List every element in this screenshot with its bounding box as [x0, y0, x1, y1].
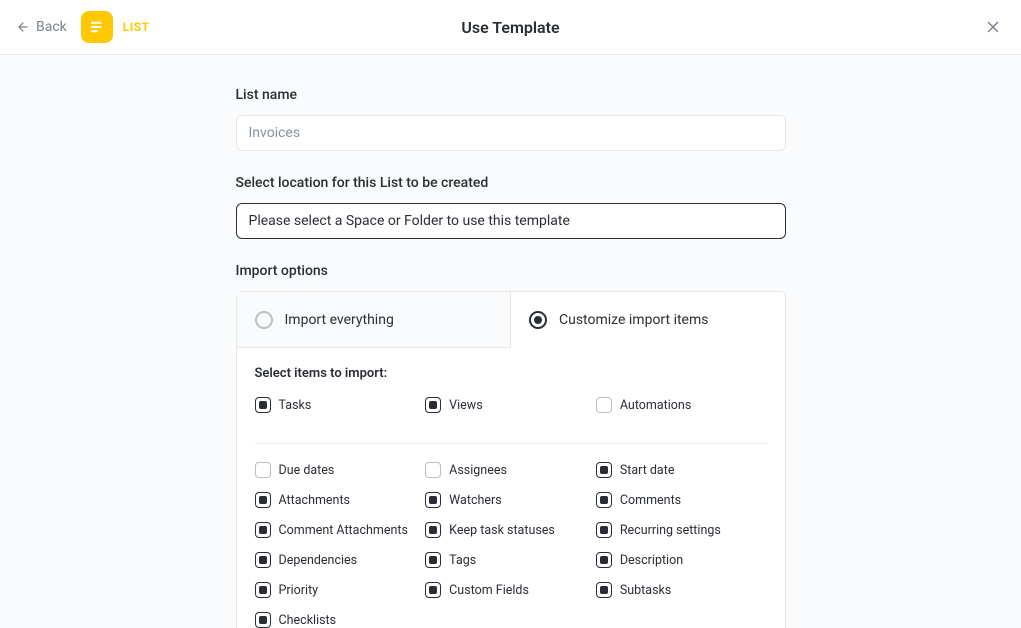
import-grid-col: Start date Comments Recurring settings Desc…: [596, 462, 767, 628]
checkbox-icon: [425, 397, 441, 413]
import-item-label: Due dates: [279, 463, 335, 478]
import-item-label: Dependencies: [279, 553, 358, 568]
import-item-checkbox[interactable]: Recurring settings: [596, 522, 767, 538]
import-item-checkbox[interactable]: Tags: [425, 552, 596, 568]
import-item-label: Watchers: [449, 493, 502, 508]
modal-header: Back LIST Use Template: [0, 0, 1021, 55]
import-options-box: Import everything Customize import items…: [236, 291, 786, 628]
import-item-label: Comments: [620, 493, 681, 508]
checkbox-icon: [596, 552, 612, 568]
import-item-checkbox[interactable]: Watchers: [425, 492, 596, 508]
import-item-label: Attachments: [279, 493, 351, 508]
import-top-col: Automations: [596, 397, 767, 427]
import-item-label: Views: [449, 398, 482, 413]
checkbox-icon: [255, 462, 271, 478]
location-label: Select location for this List to be crea…: [236, 175, 786, 191]
list-name-label: List name: [236, 87, 786, 103]
checkbox-icon: [255, 552, 271, 568]
import-grid-col: Assignees Watchers Keep task statuses Tags C…: [425, 462, 596, 628]
import-item-checkbox[interactable]: Start date: [596, 462, 767, 478]
import-grid-col: Due dates Attachments Comment Attachments D…: [255, 462, 426, 628]
import-item-label: Tags: [449, 553, 476, 568]
checkbox-icon: [596, 582, 612, 598]
import-item-checkbox[interactable]: Comment Attachments: [255, 522, 426, 538]
checkbox-icon: [596, 492, 612, 508]
list-icon: [81, 11, 113, 43]
import-item-checkbox[interactable]: Due dates: [255, 462, 426, 478]
import-grid: Due dates Attachments Comment Attachments D…: [255, 462, 767, 628]
checkbox-icon: [596, 462, 612, 478]
location-placeholder-text: Please select a Space or Folder to use t…: [249, 213, 570, 229]
import-item-label: Automations: [620, 398, 691, 413]
close-button[interactable]: [981, 15, 1005, 39]
checkbox-icon: [255, 582, 271, 598]
import-item-label: Subtasks: [620, 583, 671, 598]
template-type-label: LIST: [123, 20, 150, 34]
radio-icon: [529, 311, 547, 329]
import-item-label: Start date: [620, 463, 675, 478]
import-item-label: Tasks: [279, 398, 312, 413]
import-section: Import options Import everything Customi…: [236, 263, 786, 628]
close-icon: [984, 18, 1002, 36]
checkbox-icon: [255, 492, 271, 508]
import-top-row: Tasks Views Automations: [255, 397, 767, 427]
location-dropdown[interactable]: Please select a Space or Folder to use t…: [236, 203, 786, 239]
form-content: List name Select location for this List …: [236, 55, 786, 628]
import-tabs: Import everything Customize import items: [237, 292, 785, 348]
checkbox-icon: [425, 582, 441, 598]
import-item-checkbox[interactable]: Dependencies: [255, 552, 426, 568]
import-item-checkbox[interactable]: Tasks: [255, 397, 426, 413]
location-section: Select location for this List to be crea…: [236, 175, 786, 239]
checkbox-icon: [596, 522, 612, 538]
list-name-input[interactable]: [236, 115, 786, 151]
import-item-checkbox[interactable]: Views: [425, 397, 596, 413]
import-options-label: Import options: [236, 263, 786, 279]
import-tab-customize[interactable]: Customize import items: [511, 292, 785, 348]
import-item-checkbox[interactable]: Description: [596, 552, 767, 568]
arrow-left-icon: [16, 20, 30, 34]
import-item-label: Assignees: [449, 463, 507, 478]
import-item-label: Custom Fields: [449, 583, 529, 598]
import-tab-label: Customize import items: [559, 312, 708, 328]
checkbox-icon: [255, 612, 271, 628]
import-item-checkbox[interactable]: Custom Fields: [425, 582, 596, 598]
import-item-label: Recurring settings: [620, 523, 721, 538]
import-item-label: Checklists: [279, 613, 337, 628]
content-scroll[interactable]: List name Select location for this List …: [0, 55, 1021, 628]
import-item-checkbox[interactable]: Comments: [596, 492, 767, 508]
list-name-section: List name: [236, 87, 786, 151]
import-tab-everything[interactable]: Import everything: [237, 292, 512, 348]
import-items-heading: Select items to import:: [255, 366, 767, 381]
import-item-checkbox[interactable]: Assignees: [425, 462, 596, 478]
import-item-checkbox[interactable]: Subtasks: [596, 582, 767, 598]
import-item-label: Comment Attachments: [279, 523, 408, 538]
back-label: Back: [36, 19, 67, 35]
checkbox-icon: [425, 492, 441, 508]
checkbox-icon: [425, 522, 441, 538]
template-type-badge: LIST: [81, 11, 150, 43]
back-button[interactable]: Back: [16, 19, 67, 35]
checkbox-icon: [596, 397, 612, 413]
import-item-label: Priority: [279, 583, 319, 598]
import-item-checkbox[interactable]: Checklists: [255, 612, 426, 628]
checkbox-icon: [425, 462, 441, 478]
radio-icon: [255, 311, 273, 329]
import-item-checkbox[interactable]: Attachments: [255, 492, 426, 508]
import-items-area: Select items to import: Tasks Views Automa…: [237, 348, 785, 628]
import-item-checkbox[interactable]: Priority: [255, 582, 426, 598]
modal-title: Use Template: [0, 18, 1021, 37]
checkbox-icon: [255, 397, 271, 413]
checkbox-icon: [425, 552, 441, 568]
import-top-col: Views: [425, 397, 596, 427]
import-item-label: Keep task statuses: [449, 523, 555, 538]
import-top-col: Tasks: [255, 397, 426, 427]
import-item-checkbox[interactable]: Automations: [596, 397, 767, 413]
import-item-label: Description: [620, 553, 683, 568]
import-tab-label: Import everything: [285, 312, 394, 328]
import-item-checkbox[interactable]: Keep task statuses: [425, 522, 596, 538]
divider: [255, 443, 767, 444]
checkbox-icon: [255, 522, 271, 538]
